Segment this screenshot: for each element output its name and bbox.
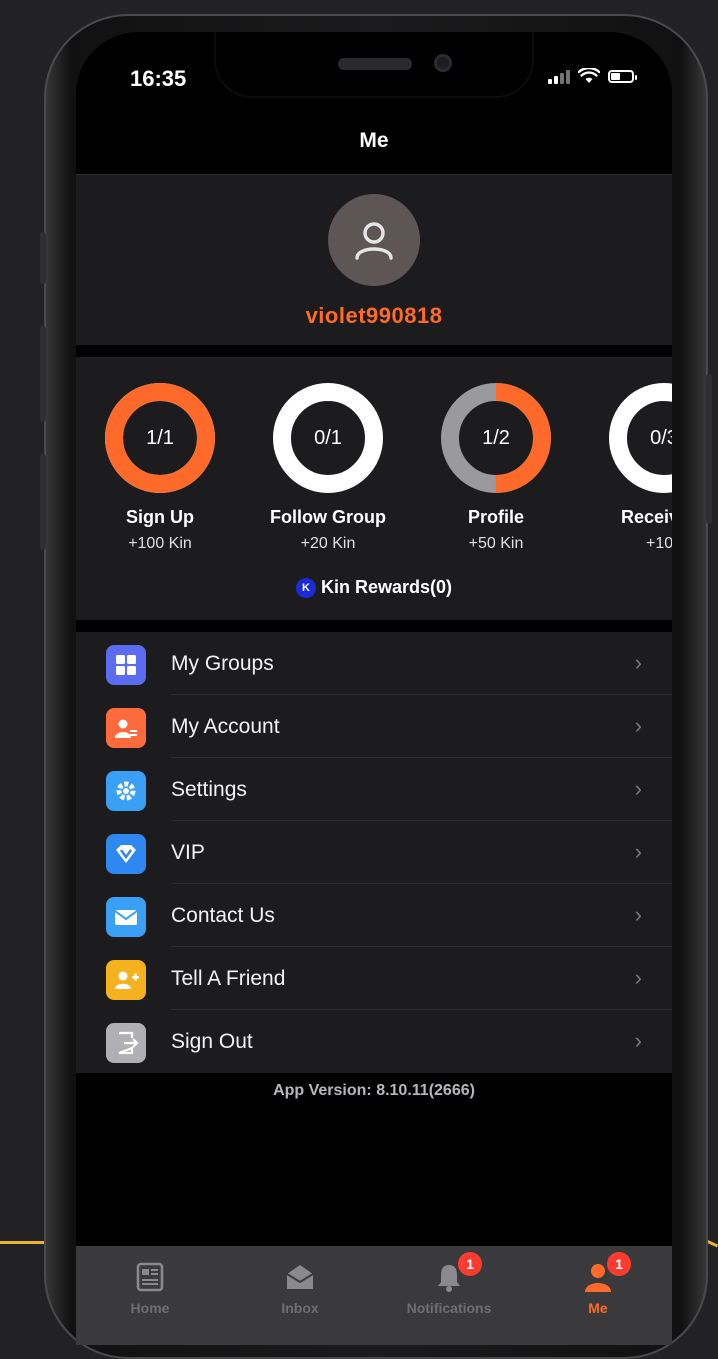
signal-icon [548,68,570,84]
notification-badge: 1 [458,1252,482,1276]
task-progress: 0/1 [314,426,342,449]
sign-out-icon [106,1023,146,1063]
menu-item-sign-out[interactable]: Sign Out › [76,1010,672,1073]
menu-item-label: VIP [171,841,205,864]
task-follow-group[interactable]: 0/1 Follow Group +20 Kin [248,381,408,553]
front-camera [434,54,452,72]
menu-item-label: Settings [171,778,247,801]
status-icons [548,68,637,84]
menu-item-vip[interactable]: VIP › [76,821,672,884]
chevron-right-icon: › [634,650,642,675]
menu-item-label: Tell A Friend [171,967,286,990]
volume-down-button [40,454,46,550]
mail-icon [106,897,146,937]
rewards-card: 1/1 Sign Up +100 Kin 0/1 Follow Group +20 Kin… [76,357,672,620]
notification-badge: 1 [607,1252,631,1276]
task-reward: +100 [645,535,672,552]
notch [216,32,532,96]
menu-item-label: Contact Us [171,904,275,927]
power-button [706,374,712,524]
tab-bar: Home Inbox 1 Notifications 1 Me [76,1246,672,1345]
bell-icon: 1 [432,1252,482,1294]
phone-screen: 16:35 Me violet990818 1/1 Sign Up +100 Kin… [76,32,672,1345]
avatar[interactable] [328,194,420,286]
tab-label: Inbox [281,1300,319,1316]
silent-switch [40,232,46,284]
progress-ring: 1/2 [439,381,553,495]
person-icon: 1 [581,1252,631,1294]
profile-card: violet990818 [76,175,672,345]
kin-coin-icon: K [295,577,316,598]
menu-item-label: My Groups [171,652,274,675]
menu-item-my-groups[interactable]: My Groups › [76,632,672,695]
chevron-right-icon: › [634,902,642,927]
chevron-right-icon: › [634,1028,642,1053]
home-icon [133,1260,167,1294]
speaker [338,58,412,70]
add-friend-icon [106,960,146,1000]
task-receive-r[interactable]: 0/3 Receive R +100 [584,381,672,553]
volume-up-button [40,326,46,422]
task-progress: 1/2 [482,426,510,449]
menu-item-settings[interactable]: Settings › [76,758,672,821]
task-reward: +50 Kin [468,535,524,552]
kin-rewards-label: Kin Rewards(0) [320,577,453,597]
tab-label: Me [588,1300,608,1316]
user-avatar-icon [355,222,393,260]
task-reward: +20 Kin [300,535,356,552]
task-name: Follow Group [270,507,386,527]
task-name: Sign Up [126,507,194,527]
chevron-right-icon: › [634,776,642,801]
task-progress: 1/1 [146,426,174,449]
tab-home[interactable]: Home [90,1246,210,1326]
inbox-icon [283,1260,317,1294]
tab-notifications[interactable]: 1 Notifications [389,1246,509,1326]
task-profile[interactable]: 1/2 Profile +50 Kin [416,381,576,553]
progress-ring: 0/1 [271,381,385,495]
task-reward: +100 Kin [128,535,192,552]
kin-rewards-link[interactable]: K Kin Rewards(0) [76,577,672,598]
tab-me[interactable]: 1 Me [538,1246,658,1326]
battery-icon [608,69,637,83]
task-sign-up[interactable]: 1/1 Sign Up +100 Kin [80,381,240,553]
page-title: Me [76,108,672,175]
menu-item-label: Sign Out [171,1030,253,1053]
status-time: 16:35 [130,66,187,91]
account-card-icon [106,708,146,748]
settings-menu: My Groups › My Account › Settings › VIP › Contac… [76,632,672,1073]
task-name: Profile [467,507,524,527]
tab-label: Notifications [406,1300,492,1316]
progress-ring: 0/3 [607,381,672,495]
menu-item-label: My Account [171,715,280,738]
task-progress: 0/3 [650,426,672,449]
grid-icon [106,645,146,685]
tab-label: Home [130,1300,170,1316]
chevron-right-icon: › [634,965,642,990]
vip-diamond-icon [106,834,146,874]
tab-inbox[interactable]: Inbox [240,1246,360,1326]
menu-item-contact-us[interactable]: Contact Us › [76,884,672,947]
menu-item-my-account[interactable]: My Account › [76,695,672,758]
wifi-icon [578,68,600,83]
chevron-right-icon: › [634,839,642,864]
menu-item-tell-a-friend[interactable]: Tell A Friend › [76,947,672,1010]
gear-icon [106,771,146,811]
task-name: Receive R [620,507,672,527]
progress-ring: 1/1 [103,381,217,495]
chevron-right-icon: › [634,713,642,738]
username[interactable]: violet990818 [76,303,672,329]
app-version: App Version: 8.10.11(2666) [273,1082,475,1099]
